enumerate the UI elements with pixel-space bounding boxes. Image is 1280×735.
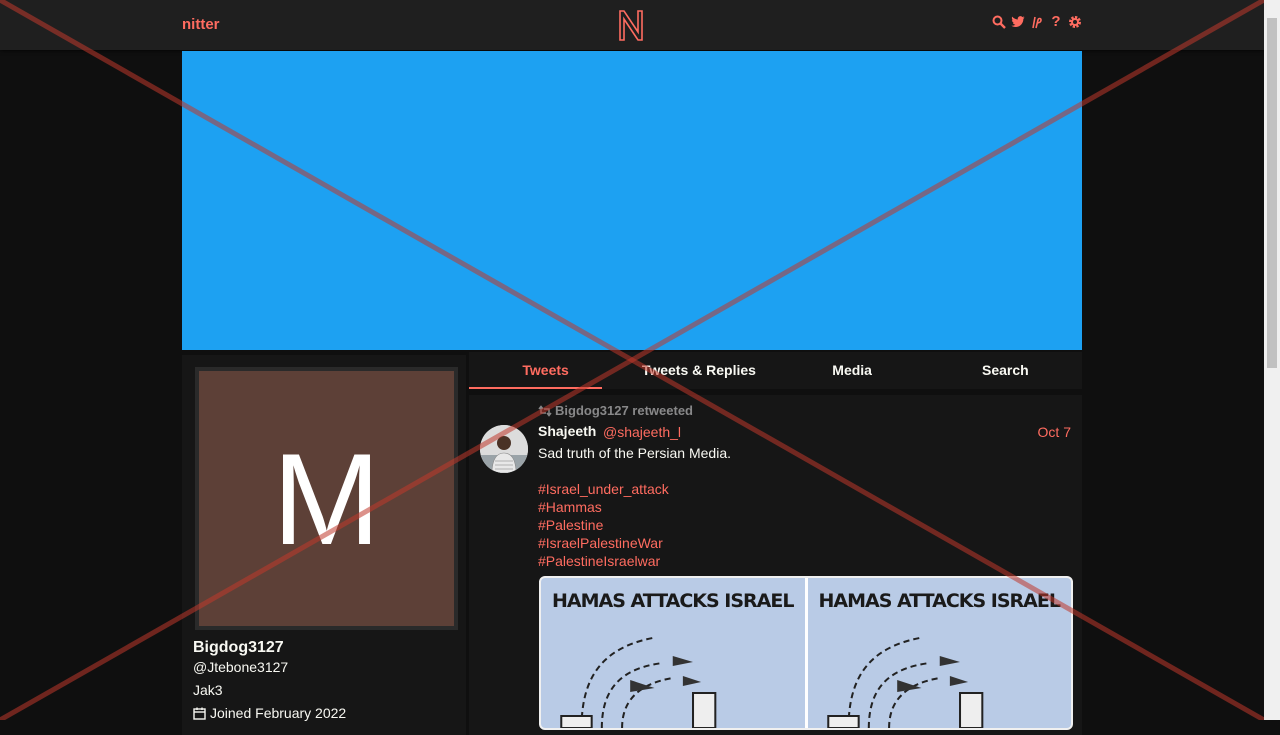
profile-card: M Bigdog3127 @Jtebone3127 Jak3 Joined Fe… xyxy=(182,355,466,735)
tab-media[interactable]: Media xyxy=(776,352,929,389)
gear-icon[interactable] xyxy=(1068,14,1082,30)
retweet-icon xyxy=(538,404,552,417)
profile-banner[interactable] xyxy=(182,51,1082,350)
help-icon[interactable]: ? xyxy=(1049,14,1063,30)
profile-avatar[interactable]: M xyxy=(195,367,458,630)
hashtag-link[interactable]: #Israel_under_attack xyxy=(538,480,731,498)
hashtag-link[interactable]: #IsraelPalestineWar xyxy=(538,534,731,552)
hashtag-link[interactable]: #PalestineIsraelwar xyxy=(538,552,731,570)
retweet-header[interactable]: Bigdog3127 retweeted xyxy=(538,403,693,418)
tweet-text: Sad truth of the Persian Media. #Israel_… xyxy=(538,444,731,570)
hashtag-link[interactable]: #Palestine xyxy=(538,516,731,534)
search-icon[interactable] xyxy=(992,14,1006,30)
profile-joined: Joined February 2022 xyxy=(193,705,346,721)
retweet-label: Bigdog3127 retweeted xyxy=(555,403,693,418)
profile-fullname[interactable]: Bigdog3127 xyxy=(193,639,284,657)
hashtag-link[interactable]: #Hammas xyxy=(538,498,731,516)
tweet-avatar[interactable] xyxy=(480,425,528,473)
top-navbar: nitter ? xyxy=(0,0,1264,50)
tweet-media[interactable]: HAMAS ATTACKS ISRAEL HAMAS ATTACKS ISRAE… xyxy=(539,576,1073,730)
joined-text: Joined February 2022 xyxy=(210,705,347,721)
cartoon-panel-right: HAMAS ATTACKS ISRAEL xyxy=(807,578,1071,728)
tab-tweets-replies[interactable]: Tweets & Replies xyxy=(622,352,775,389)
cartoon-caption: HAMAS ATTACKS ISRAEL xyxy=(552,590,794,612)
timeline: Bigdog3127 retweeted Shajeeth @shajeeth_… xyxy=(469,395,1082,735)
page-scrollbar[interactable] xyxy=(1264,0,1280,720)
twitter-bird-icon[interactable] xyxy=(1011,14,1025,30)
scrollbar-thumb[interactable] xyxy=(1267,18,1277,368)
profile-tabs: Tweets Tweets & Replies Media Search xyxy=(469,352,1082,389)
nav-brand-link[interactable]: nitter xyxy=(182,16,220,33)
profile-bio: Jak3 xyxy=(193,682,223,698)
nitter-logo-icon[interactable] xyxy=(617,8,645,42)
tweet-date[interactable]: Oct 7 xyxy=(1038,424,1071,440)
tweet-fullname[interactable]: Shajeeth xyxy=(538,423,596,439)
profile-username[interactable]: @Jtebone3127 xyxy=(193,659,288,675)
avatar-letter: M xyxy=(272,425,381,572)
tweet-username[interactable]: @shajeeth_l xyxy=(603,424,681,440)
cartoon-caption: HAMAS ATTACKS ISRAEL xyxy=(818,590,1061,612)
cartoon-panel-left: HAMAS ATTACKS ISRAEL xyxy=(541,578,805,728)
tab-tweets[interactable]: Tweets xyxy=(469,352,622,389)
calendar-icon xyxy=(193,707,206,720)
nav-icons: ? xyxy=(992,14,1082,30)
tab-search[interactable]: Search xyxy=(929,352,1082,389)
tweet-body: Sad truth of the Persian Media. xyxy=(538,445,731,461)
rss-icon[interactable] xyxy=(1030,14,1044,30)
